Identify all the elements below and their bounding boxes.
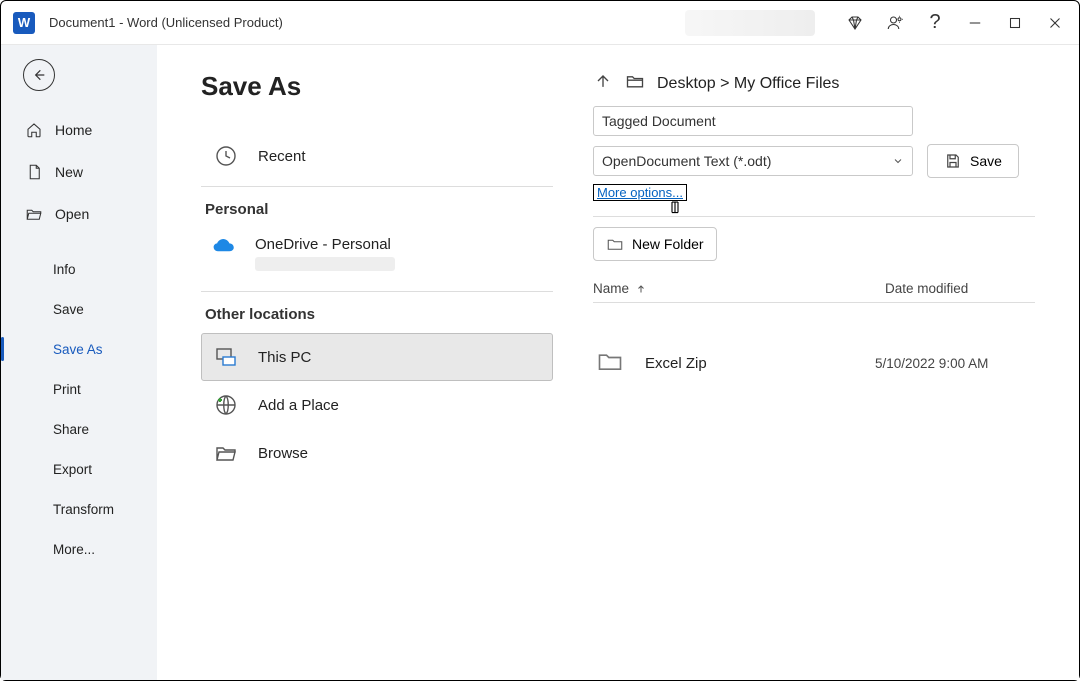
user-icon[interactable]: [875, 1, 915, 45]
location-onedrive[interactable]: OneDrive - Personal: [201, 228, 553, 285]
home-icon: [25, 121, 43, 139]
nav-more[interactable]: More...: [1, 529, 157, 569]
back-button[interactable]: [23, 59, 55, 91]
titlebar: W Document1 - Word (Unlicensed Product) …: [1, 1, 1079, 45]
folder-open-icon: [25, 205, 43, 223]
onedrive-label: OneDrive - Personal: [255, 236, 395, 253]
nav-home[interactable]: Home: [1, 109, 157, 151]
this-pc-label: This PC: [258, 349, 311, 366]
file-list-header: Name Date modified: [593, 281, 1035, 296]
nav-home-label: Home: [55, 122, 92, 138]
location-this-pc[interactable]: This PC: [201, 333, 553, 381]
save-button[interactable]: Save: [927, 144, 1019, 178]
new-folder-button[interactable]: New Folder: [593, 227, 717, 261]
add-place-label: Add a Place: [258, 397, 339, 414]
window-title: Document1 - Word (Unlicensed Product): [49, 15, 283, 30]
chevron-down-icon: [892, 155, 904, 167]
path-text[interactable]: Desktop > My Office Files: [657, 75, 839, 93]
nav-print[interactable]: Print: [1, 369, 157, 409]
nav-save-as[interactable]: Save As: [1, 329, 157, 369]
section-personal: Personal: [205, 201, 553, 218]
account-area[interactable]: [685, 10, 815, 36]
onedrive-icon: [211, 236, 239, 261]
column-name[interactable]: Name: [593, 281, 885, 296]
this-pc-icon: [212, 345, 240, 369]
save-button-label: Save: [970, 153, 1002, 169]
location-add-place[interactable]: Add a Place: [201, 381, 553, 429]
minimize-button[interactable]: [955, 1, 995, 45]
word-app-icon: W: [13, 12, 35, 34]
save-icon: [944, 152, 962, 170]
breadcrumb: Desktop > My Office Files: [593, 71, 1035, 96]
folder-icon: [212, 441, 240, 465]
maximize-button[interactable]: [995, 1, 1035, 45]
nav-save[interactable]: Save: [1, 289, 157, 329]
browse-label: Browse: [258, 445, 308, 462]
filename-input[interactable]: [593, 106, 913, 136]
section-other: Other locations: [205, 306, 553, 323]
up-icon[interactable]: [593, 71, 613, 96]
clock-icon: [212, 144, 240, 168]
file-name: Excel Zip: [645, 355, 875, 372]
close-button[interactable]: [1035, 1, 1075, 45]
help-icon[interactable]: ?: [915, 1, 955, 45]
nav-export[interactable]: Export: [1, 449, 157, 489]
backstage-nav: Home New Open Info Save Save As Print Sh…: [1, 45, 157, 680]
nav-share[interactable]: Share: [1, 409, 157, 449]
folder-item-icon: [593, 347, 645, 380]
nav-new[interactable]: New: [1, 151, 157, 193]
main-content: Save As Recent Personal OneDrive - Perso…: [157, 45, 1079, 680]
mouse-cursor-icon: [666, 199, 684, 220]
filetype-label: OpenDocument Text (*.odt): [602, 153, 771, 169]
nav-new-label: New: [55, 164, 83, 180]
nav-open-label: Open: [55, 206, 89, 222]
column-date[interactable]: Date modified: [885, 281, 1035, 296]
diamond-icon[interactable]: [835, 1, 875, 45]
globe-plus-icon: [212, 393, 240, 417]
new-folder-label: New Folder: [632, 236, 704, 252]
file-date: 5/10/2022 9:00 AM: [875, 356, 1035, 371]
location-recent-label: Recent: [258, 148, 306, 165]
nav-info[interactable]: Info: [1, 249, 157, 289]
folder-path-icon[interactable]: [625, 71, 645, 96]
onedrive-account: [255, 257, 395, 271]
location-recent[interactable]: Recent: [201, 132, 553, 180]
nav-transform[interactable]: Transform: [1, 489, 157, 529]
location-browse[interactable]: Browse: [201, 429, 553, 477]
more-options-link[interactable]: More options...: [593, 184, 687, 201]
nav-open[interactable]: Open: [1, 193, 157, 235]
filetype-select[interactable]: OpenDocument Text (*.odt): [593, 146, 913, 176]
new-folder-icon: [606, 235, 624, 253]
file-row[interactable]: Excel Zip 5/10/2022 9:00 AM: [593, 333, 1035, 393]
sort-asc-icon: [635, 283, 647, 295]
page-title: Save As: [201, 71, 553, 102]
document-icon: [25, 163, 43, 181]
